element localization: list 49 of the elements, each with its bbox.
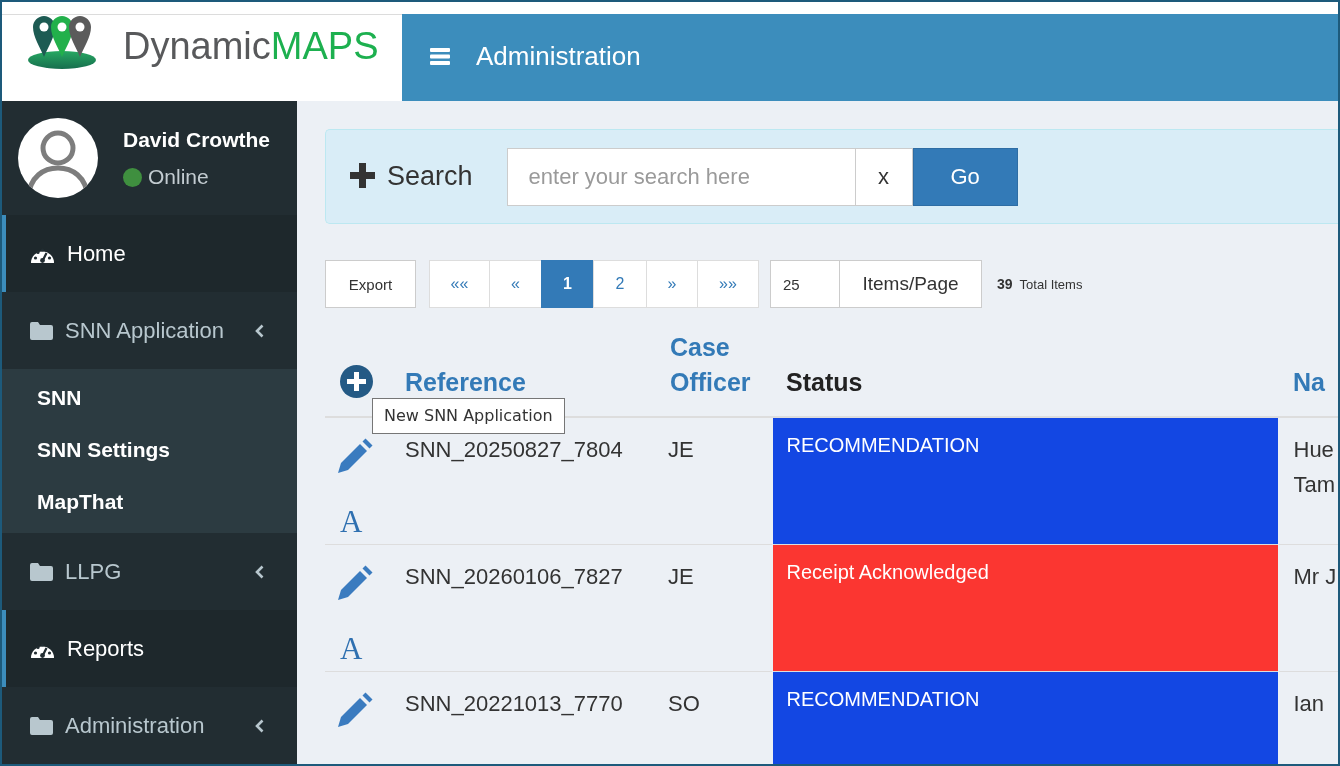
status-cell: RECOMMENDATION [772,417,1278,544]
search-field[interactable]: enter your search here [506,147,856,206]
avatar-icon [18,118,98,198]
table-cell: SNN_20221013_7770 [395,671,660,764]
plus-icon[interactable] [350,162,375,188]
folder-icon [30,320,53,341]
logo-text: DynamicMAPS [123,24,379,68]
plus-circle-icon[interactable] [340,365,373,398]
user-name: David Crowthe [123,127,271,153]
submenu-item[interactable]: MapThat [2,476,297,528]
letter-label: A [340,635,362,662]
page-button[interactable]: 1 [541,260,594,308]
export-button[interactable]: Export [325,260,416,308]
page-button[interactable]: »» [697,260,759,308]
page-button[interactable]: «« [429,260,490,308]
letter-label: A [340,509,362,535]
submenu-item[interactable]: SNN [2,372,297,424]
page-button[interactable]: 2 [593,260,647,308]
sidebar-item[interactable]: Reports [2,610,297,687]
page-button[interactable]: » [646,260,698,308]
table-cell: Ian [1278,671,1338,764]
chevron-left-icon [255,718,265,733]
search-label[interactable]: Search [387,161,473,192]
folder-icon [30,561,53,582]
items-per-page-button[interactable]: Items/Page [840,260,982,308]
submenu-item[interactable]: SNN Settings [2,424,297,476]
pencil-icon[interactable] [337,691,373,728]
page-title: Administration [476,40,641,72]
folder-icon [30,715,53,736]
menu-icon[interactable] [430,48,450,65]
chevron-left-icon [255,564,265,579]
sidebar-item[interactable]: Home [2,215,297,292]
table-cell: SNN_20260106_7827 [395,544,660,671]
column-header[interactable]: Na [1278,319,1338,417]
table-cell: Hue Tam [1278,417,1338,544]
pencil-icon[interactable] [337,564,373,601]
page-button[interactable]: « [489,260,542,308]
pencil-icon[interactable] [337,438,373,474]
status-cell: RECOMMENDATION [772,671,1278,764]
total-count: 39 [997,276,1013,292]
go-button[interactable]: Go [912,147,1018,206]
user-status: Online [148,164,209,190]
status-cell: Receipt Acknowledged [772,544,1278,671]
chevron-left-icon [255,323,265,338]
page-size-field[interactable]: 25 [770,260,840,308]
total-label: Total Items [1019,277,1083,292]
clear-button[interactable]: x [855,147,913,206]
column-header[interactable]: Case Officer [660,319,772,417]
table-cell: Mr J [1278,544,1338,671]
